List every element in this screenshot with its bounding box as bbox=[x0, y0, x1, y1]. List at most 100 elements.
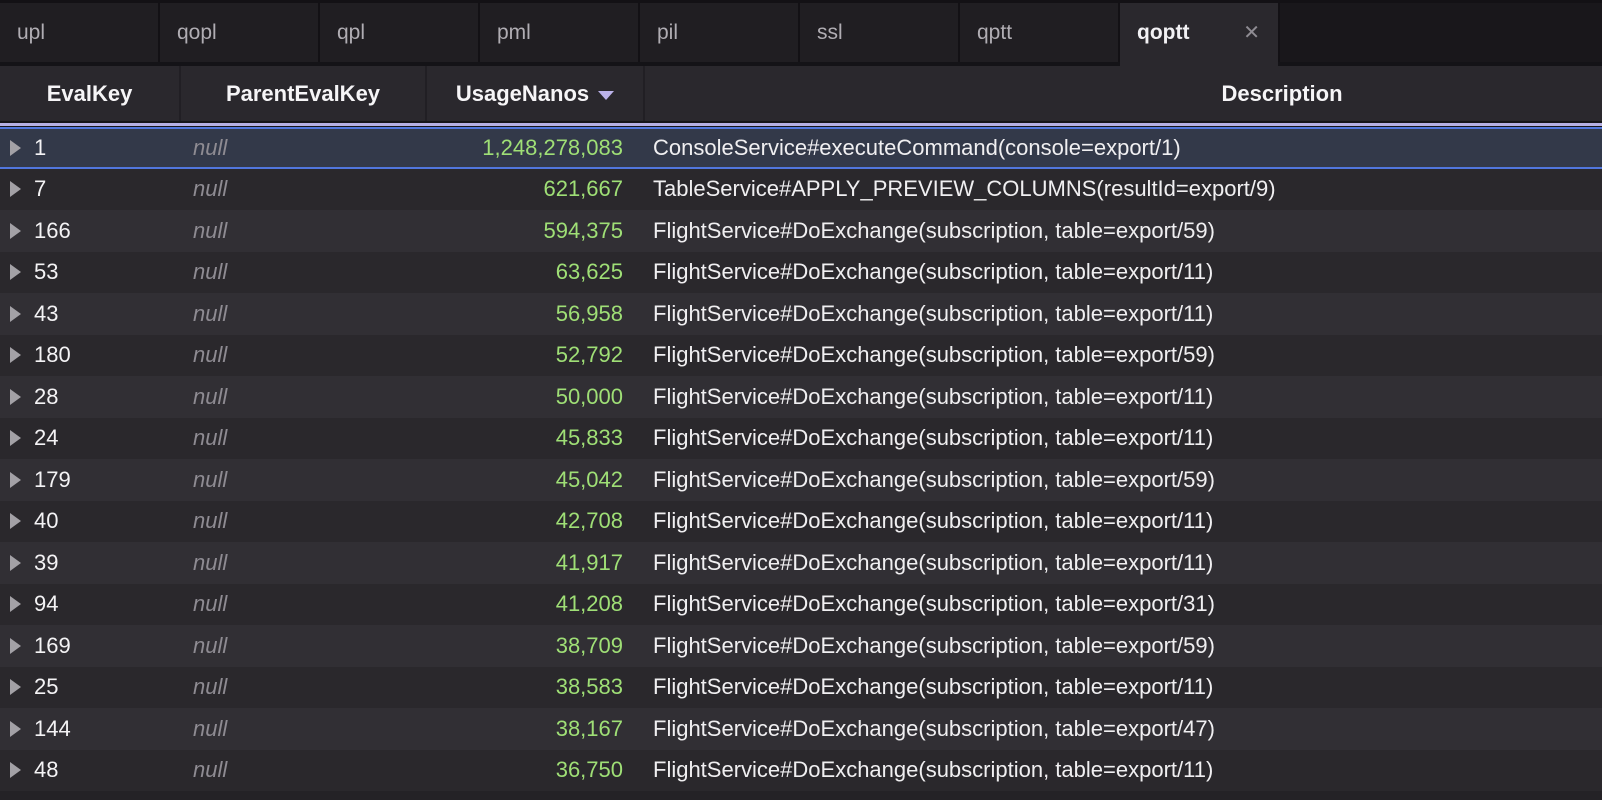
table-row[interactable]: 7 null 621,667 TableService#APPLY_PREVIE… bbox=[0, 169, 1602, 211]
tab-qopl[interactable]: qopl bbox=[160, 3, 320, 62]
evalkey-cell: 53 bbox=[0, 252, 181, 294]
evalkey-cell: 94 bbox=[0, 584, 181, 626]
table-row[interactable]: 39 null 41,917 FlightService#DoExchange(… bbox=[0, 542, 1602, 584]
parentevalkey-cell: null bbox=[181, 418, 427, 460]
description-cell: FlightService#DoExchange(subscription, t… bbox=[645, 418, 1602, 460]
expand-caret-icon[interactable] bbox=[10, 638, 21, 654]
usagenanos-cell: 594,375 bbox=[427, 210, 645, 252]
usagenanos-cell: 41,917 bbox=[427, 542, 645, 584]
usagenanos-cell: 50,000 bbox=[427, 376, 645, 418]
evalkey-cell: 39 bbox=[0, 542, 181, 584]
table-row[interactable]: 25 null 38,583 FlightService#DoExchange(… bbox=[0, 667, 1602, 709]
expand-caret-icon[interactable] bbox=[10, 181, 21, 197]
evalkey-value: 166 bbox=[34, 218, 71, 244]
expand-caret-icon[interactable] bbox=[10, 264, 21, 280]
table-row[interactable]: 53 null 63,625 FlightService#DoExchange(… bbox=[0, 252, 1602, 294]
parentevalkey-cell: null bbox=[181, 210, 427, 252]
evalkey-value: 48 bbox=[34, 757, 58, 783]
description-cell: FlightService#DoExchange(subscription, t… bbox=[645, 293, 1602, 335]
table-row[interactable]: 40 null 42,708 FlightService#DoExchange(… bbox=[0, 501, 1602, 543]
evalkey-cell: 1 bbox=[0, 129, 181, 167]
usagenanos-cell: 56,958 bbox=[427, 293, 645, 335]
evalkey-value: 179 bbox=[34, 467, 71, 493]
description-cell: FlightService#DoExchange(subscription, t… bbox=[645, 459, 1602, 501]
description-cell: FlightService#DoExchange(subscription, t… bbox=[645, 501, 1602, 543]
table-row[interactable]: 48 null 36,750 FlightService#DoExchange(… bbox=[0, 750, 1602, 792]
description-cell: FlightService#DoExchange(subscription, t… bbox=[645, 750, 1602, 792]
description-cell: FlightService#DoExchange(subscription, t… bbox=[645, 625, 1602, 667]
evalkey-value: 7 bbox=[34, 176, 46, 202]
tab-label: pil bbox=[657, 21, 678, 45]
table-body: 1 null 1,248,278,083 ConsoleService#exec… bbox=[0, 127, 1602, 800]
column-header-evalkey[interactable]: EvalKey bbox=[0, 66, 181, 121]
table-row[interactable]: 180 null 52,792 FlightService#DoExchange… bbox=[0, 335, 1602, 377]
table-row[interactable]: 24 null 45,833 FlightService#DoExchange(… bbox=[0, 418, 1602, 460]
usagenanos-cell: 42,708 bbox=[427, 501, 645, 543]
table-row[interactable]: 179 null 45,042 FlightService#DoExchange… bbox=[0, 459, 1602, 501]
evalkey-value: 40 bbox=[34, 508, 58, 534]
close-icon[interactable]: ✕ bbox=[1241, 21, 1262, 45]
expand-caret-icon[interactable] bbox=[10, 513, 21, 529]
expand-caret-icon[interactable] bbox=[10, 347, 21, 363]
description-cell: FlightService#DoExchange(subscription, t… bbox=[645, 708, 1602, 750]
tab-qoptt[interactable]: qoptt ✕ bbox=[1120, 3, 1280, 62]
usagenanos-cell: 36,750 bbox=[427, 750, 645, 792]
tab-qpl[interactable]: qpl bbox=[320, 3, 480, 62]
expand-caret-icon[interactable] bbox=[10, 430, 21, 446]
evalkey-cell: 40 bbox=[0, 501, 181, 543]
tab-label: qptt bbox=[977, 21, 1012, 45]
parentevalkey-cell: null bbox=[181, 584, 427, 626]
column-header-parentevalkey[interactable]: ParentEvalKey bbox=[181, 66, 427, 121]
evalkey-cell: 144 bbox=[0, 708, 181, 750]
description-cell: FlightService#DoExchange(subscription, t… bbox=[645, 667, 1602, 709]
sort-desc-icon bbox=[598, 91, 614, 100]
expand-caret-icon[interactable] bbox=[10, 140, 21, 156]
usagenanos-cell: 38,709 bbox=[427, 625, 645, 667]
parentevalkey-cell: null bbox=[181, 293, 427, 335]
evalkey-value: 28 bbox=[34, 384, 58, 410]
usagenanos-cell: 45,042 bbox=[427, 459, 645, 501]
usagenanos-cell: 38,583 bbox=[427, 667, 645, 709]
expand-caret-icon[interactable] bbox=[10, 679, 21, 695]
evalkey-cell: 28 bbox=[0, 376, 181, 418]
evalkey-value: 53 bbox=[34, 259, 58, 285]
tab-ssl[interactable]: ssl bbox=[800, 3, 960, 62]
table-row[interactable]: 94 null 41,208 FlightService#DoExchange(… bbox=[0, 584, 1602, 626]
table-row[interactable]: 166 null 594,375 FlightService#DoExchang… bbox=[0, 210, 1602, 252]
description-cell: FlightService#DoExchange(subscription, t… bbox=[645, 210, 1602, 252]
tab-pml[interactable]: pml bbox=[480, 3, 640, 62]
expand-caret-icon[interactable] bbox=[10, 721, 21, 737]
expand-caret-icon[interactable] bbox=[10, 306, 21, 322]
parentevalkey-cell: null bbox=[181, 459, 427, 501]
parentevalkey-cell: null bbox=[181, 169, 427, 211]
tab-label: qopl bbox=[177, 21, 217, 45]
evalkey-cell: 180 bbox=[0, 335, 181, 377]
parentevalkey-cell: null bbox=[181, 750, 427, 792]
table-row[interactable]: 169 null 38,709 FlightService#DoExchange… bbox=[0, 625, 1602, 667]
usagenanos-cell: 52,792 bbox=[427, 335, 645, 377]
column-header-label: Description bbox=[1221, 81, 1342, 107]
expand-caret-icon[interactable] bbox=[10, 555, 21, 571]
table-row[interactable]: 43 null 56,958 FlightService#DoExchange(… bbox=[0, 293, 1602, 335]
table-row[interactable]: 1 null 1,248,278,083 ConsoleService#exec… bbox=[0, 127, 1602, 169]
column-header-description[interactable]: Description bbox=[645, 66, 1602, 121]
expand-caret-icon[interactable] bbox=[10, 472, 21, 488]
parentevalkey-cell: null bbox=[181, 335, 427, 377]
table-row[interactable]: 28 null 50,000 FlightService#DoExchange(… bbox=[0, 376, 1602, 418]
evalkey-value: 39 bbox=[34, 550, 58, 576]
evalkey-value: 25 bbox=[34, 674, 58, 700]
table-row[interactable]: 144 null 38,167 FlightService#DoExchange… bbox=[0, 708, 1602, 750]
description-cell: FlightService#DoExchange(subscription, t… bbox=[645, 584, 1602, 626]
column-header-usagenanos[interactable]: UsageNanos bbox=[427, 66, 645, 121]
expand-caret-icon[interactable] bbox=[10, 762, 21, 778]
expand-caret-icon[interactable] bbox=[10, 389, 21, 405]
tab-qptt[interactable]: qptt bbox=[960, 3, 1120, 62]
expand-caret-icon[interactable] bbox=[10, 223, 21, 239]
tab-pil[interactable]: pil bbox=[640, 3, 800, 62]
tab-label: qpl bbox=[337, 21, 365, 45]
evalkey-value: 43 bbox=[34, 301, 58, 327]
tab-upl[interactable]: upl bbox=[0, 3, 160, 62]
expand-caret-icon[interactable] bbox=[10, 596, 21, 612]
evalkey-value: 24 bbox=[34, 425, 58, 451]
column-header-label: UsageNanos bbox=[456, 81, 589, 107]
